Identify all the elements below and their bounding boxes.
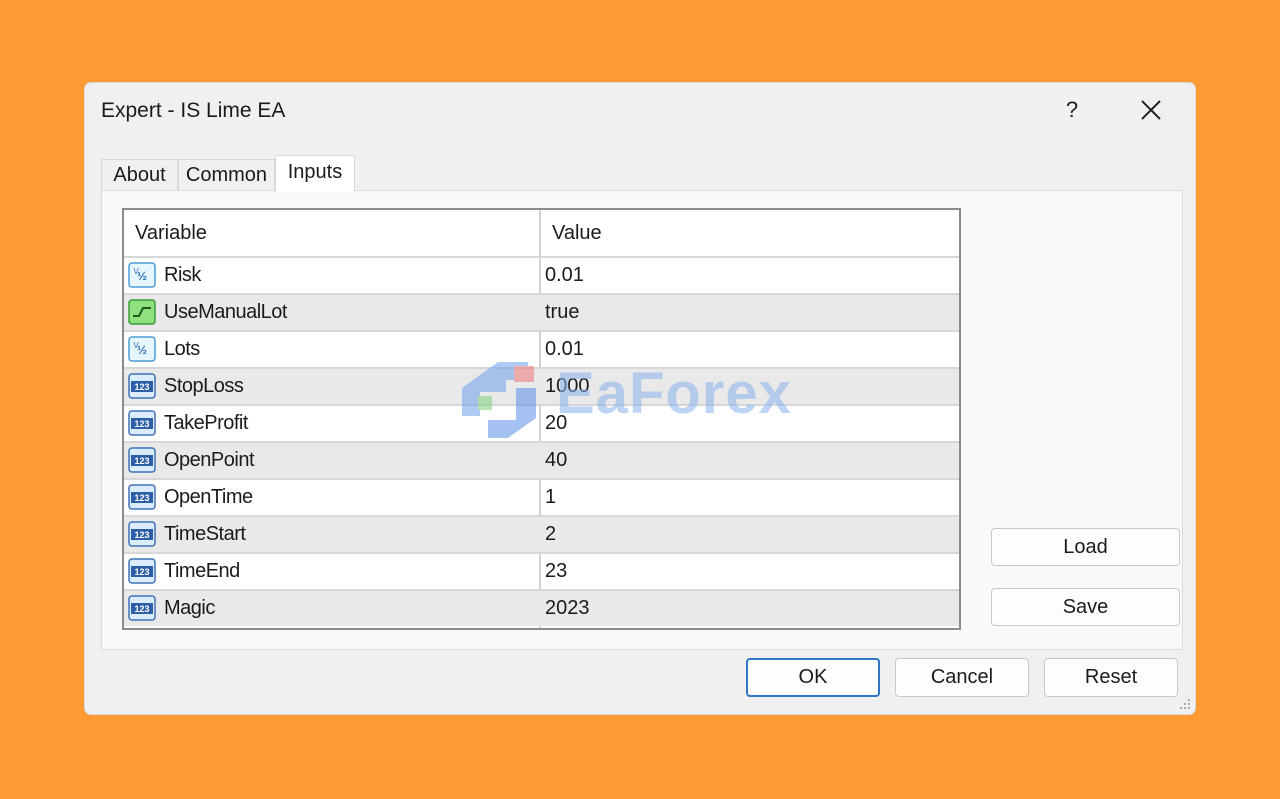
- variable-value[interactable]: 2023: [545, 591, 590, 626]
- tab-inputs[interactable]: Inputs: [275, 155, 355, 192]
- table-row[interactable]: 123 TimeEnd 23: [124, 552, 959, 589]
- svg-text:123: 123: [134, 567, 149, 577]
- variable-name: OpenPoint: [164, 449, 255, 471]
- svg-text:123: 123: [134, 456, 149, 466]
- table-row[interactable]: UseManualLot true: [124, 293, 959, 330]
- help-button[interactable]: ?: [1059, 95, 1085, 125]
- svg-text:123: 123: [134, 382, 149, 392]
- inputs-panel: Variable Value ½ V Risk 0.01 UseManualLot tru…: [101, 190, 1183, 650]
- variable-name: OpenTime: [164, 486, 253, 508]
- svg-text:123: 123: [134, 604, 149, 614]
- variable-name: TimeStart: [164, 523, 246, 545]
- variable-name: Risk: [164, 264, 201, 286]
- column-header-variable[interactable]: Variable: [124, 210, 539, 256]
- resize-grip-icon[interactable]: [1179, 698, 1191, 710]
- integer-value-icon: 123: [128, 595, 156, 621]
- table-row[interactable]: 123 TimeStart 2: [124, 515, 959, 552]
- integer-value-icon: 123: [128, 484, 156, 510]
- table-row[interactable]: 123 TakeProfit 20: [124, 404, 959, 441]
- grid-header: Variable Value: [124, 210, 959, 256]
- double-value-icon: ½V: [128, 262, 156, 288]
- svg-text:V: V: [133, 267, 139, 276]
- svg-text:123: 123: [134, 493, 149, 503]
- variable-value[interactable]: 20: [545, 406, 567, 441]
- close-icon: [1141, 100, 1161, 120]
- table-row[interactable]: ½ V Risk 0.01: [124, 256, 959, 293]
- variable-value[interactable]: true: [545, 295, 579, 330]
- variable-name: Magic: [164, 597, 215, 619]
- variable-value[interactable]: 0.01: [545, 332, 584, 367]
- integer-value-icon: 123: [128, 373, 156, 399]
- variable-value[interactable]: 0.01: [545, 258, 584, 293]
- table-row[interactable]: ½ V Lots 0.01: [124, 330, 959, 367]
- integer-value-icon: 123: [128, 558, 156, 584]
- cancel-button[interactable]: Cancel: [895, 658, 1029, 697]
- tab-common[interactable]: Common: [178, 159, 275, 191]
- variable-name: Lots: [164, 338, 200, 360]
- reset-button[interactable]: Reset: [1044, 658, 1178, 697]
- variable-value[interactable]: 23: [545, 554, 567, 589]
- variable-name: UseManualLot: [164, 301, 287, 323]
- column-header-value[interactable]: Value: [541, 210, 959, 256]
- variable-name: TakeProfit: [164, 412, 248, 434]
- variable-name: StopLoss: [164, 375, 244, 397]
- window-title: Expert - IS Lime EA: [101, 99, 286, 122]
- load-button[interactable]: Load: [991, 528, 1180, 566]
- tab-about[interactable]: About: [101, 159, 178, 191]
- svg-text:123: 123: [134, 419, 149, 429]
- variable-value[interactable]: 1000: [545, 369, 590, 404]
- ok-button[interactable]: OK: [746, 658, 880, 697]
- integer-value-icon: 123: [128, 447, 156, 473]
- integer-value-icon: 123: [128, 410, 156, 436]
- variable-name: TimeEnd: [164, 560, 240, 582]
- svg-text:V: V: [133, 341, 139, 350]
- variable-value[interactable]: 1: [545, 480, 556, 515]
- table-row[interactable]: 123 OpenPoint 40: [124, 441, 959, 478]
- double-value-icon: ½V: [128, 336, 156, 362]
- table-row[interactable]: 123 OpenTime 1: [124, 478, 959, 515]
- expert-dialog: Expert - IS Lime EA ? About Common Input…: [84, 82, 1196, 715]
- variable-value[interactable]: 2: [545, 517, 556, 552]
- table-row[interactable]: 123 Magic 2023: [124, 589, 959, 626]
- bool-value-icon: [128, 299, 156, 325]
- save-button[interactable]: Save: [991, 588, 1180, 626]
- svg-text:123: 123: [134, 530, 149, 540]
- inputs-grid[interactable]: Variable Value ½ V Risk 0.01 UseManualLot tru…: [122, 208, 961, 630]
- integer-value-icon: 123: [128, 521, 156, 547]
- variable-value[interactable]: 40: [545, 443, 567, 478]
- table-row[interactable]: 123 StopLoss 1000: [124, 367, 959, 404]
- close-button[interactable]: [1135, 95, 1167, 125]
